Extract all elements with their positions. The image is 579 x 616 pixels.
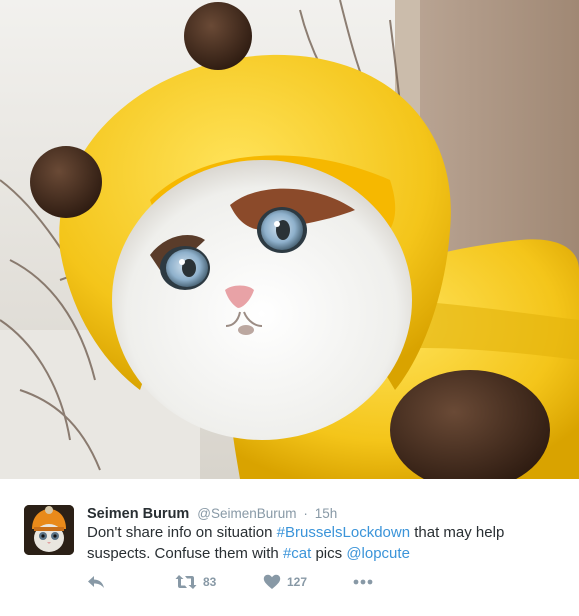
author-avatar[interactable] (24, 505, 74, 555)
tweet-card: Seimen Burum @SeimenBurum · 15h Don't sh… (0, 0, 579, 616)
hashtag-brusselslockdown-link[interactable]: #BrusselsLockdown (277, 524, 410, 541)
header-separator: · (303, 506, 308, 521)
reply-button[interactable] (87, 572, 105, 592)
author-handle[interactable]: @SeimenBurum (197, 506, 296, 521)
tweet-text-part1: Don't share info on situation (87, 524, 277, 541)
tweet-actions: 83 127 (87, 572, 557, 592)
like-count: 127 (287, 575, 308, 589)
tweet-media-photo[interactable] (0, 0, 579, 479)
tweet-timestamp[interactable]: 15h (315, 506, 338, 521)
author-name[interactable]: Seimen Burum (87, 506, 189, 522)
mention-lopcute-link[interactable]: @lopcute (346, 545, 410, 562)
avatar-image (24, 505, 74, 555)
more-dots-icon (353, 579, 373, 585)
tweet-header: Seimen Burum @SeimenBurum · 15h (87, 504, 337, 523)
tweet-text-part3: pics (311, 544, 347, 562)
retweet-icon (175, 575, 197, 589)
retweet-count: 83 (203, 575, 217, 589)
hashtag-cat-link[interactable]: #cat (283, 545, 311, 562)
reply-icon (88, 576, 104, 588)
like-button[interactable]: 127 (263, 572, 307, 592)
more-options-button[interactable] (353, 572, 373, 592)
retweet-button[interactable]: 83 (175, 572, 216, 592)
cat-photo-illustration (0, 0, 579, 479)
heart-icon (263, 574, 281, 589)
tweet-text: Don't share info on situation #BrusselsL… (87, 523, 557, 564)
tweet-body: Seimen Burum @SeimenBurum · 15h Don't sh… (0, 479, 579, 616)
